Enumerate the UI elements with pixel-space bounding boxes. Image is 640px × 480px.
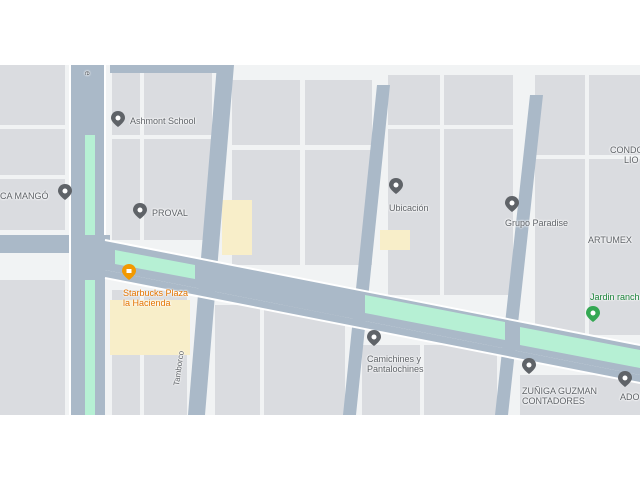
school-pin-icon[interactable] [111, 111, 125, 127]
starbucks-pin-icon[interactable] [122, 264, 136, 280]
jardin-label[interactable]: Jardin ranch [590, 292, 640, 302]
ubicacion-pin-icon[interactable] [389, 178, 403, 194]
starbucks-label-2[interactable]: la Hacienda [123, 298, 171, 308]
proval-pin-icon[interactable] [133, 203, 147, 219]
map-base [0, 65, 640, 415]
ubicacion-label[interactable]: Ubicación [389, 203, 429, 213]
camichines-pin-icon[interactable] [367, 330, 381, 346]
camichines-label-1[interactable]: Camichines y [367, 354, 421, 364]
starbucks-label-1[interactable]: Starbucks Plaza [123, 288, 188, 298]
ado-pin-icon[interactable] [618, 371, 632, 387]
map-canvas[interactable]: Ashmont School CA MANGÓ PROVAL Ubicación… [0, 65, 640, 415]
garden-pin-icon[interactable] [586, 306, 600, 322]
paradise-pin-icon[interactable] [505, 196, 519, 212]
proval-label[interactable]: PROVAL [152, 208, 188, 218]
paradise-label[interactable]: Grupo Paradise [505, 218, 568, 228]
camichines-label-2[interactable]: Pantalochines [367, 364, 424, 374]
zuniga-pin-icon[interactable] [522, 358, 536, 374]
ado-label[interactable]: ADO [620, 392, 640, 402]
mango-pin-icon[interactable] [58, 184, 72, 200]
mango-label[interactable]: CA MANGÓ [0, 191, 49, 201]
condo-label-2[interactable]: LIO [624, 155, 639, 165]
top-street-label: e [83, 71, 92, 76]
ashmont-label[interactable]: Ashmont School [130, 116, 196, 126]
zuniga-label-1[interactable]: ZUÑIGA GUZMAN [522, 386, 597, 396]
zuniga-label-2[interactable]: CONTADORES [522, 396, 585, 406]
artumex-label[interactable]: ARTUMEX [588, 235, 632, 245]
condo-label-1[interactable]: CONDO [610, 145, 640, 155]
